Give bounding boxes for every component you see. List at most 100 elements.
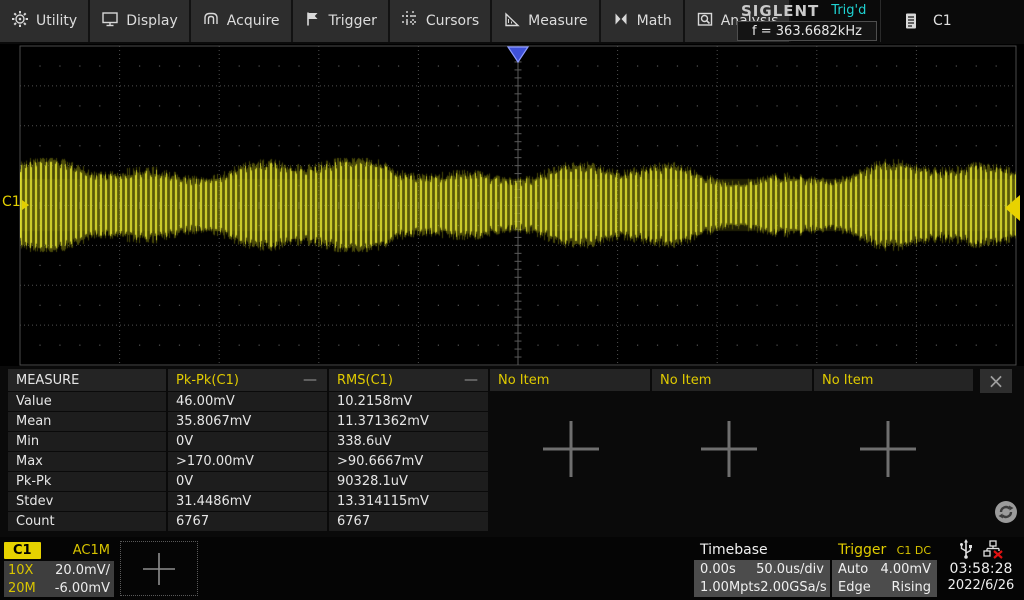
measure-panel-title: MEASURE [8, 369, 166, 391]
measure-value-cell: 6767 [168, 512, 327, 531]
trigger-source: C1 DC [897, 544, 931, 557]
menu-item-cursors[interactable]: Cursors [390, 0, 492, 42]
channel1-bandwidth: 20M [8, 581, 36, 596]
measure-column-header[interactable]: No Item [652, 369, 812, 391]
lan-disconnected-icon [983, 539, 1003, 559]
measure-row-label: Min [8, 432, 166, 451]
brand-block: SIGLENT Trig'd f = 363.6682kHz [737, 0, 877, 44]
channel1-level-marker[interactable]: C1 [2, 194, 29, 210]
menu-item-measure[interactable]: Measure [492, 0, 601, 42]
timebase-samplerate: 2.00GSa/s [760, 580, 826, 595]
channel-list-indicator[interactable]: C1 [880, 0, 1024, 42]
plus-icon [539, 417, 603, 481]
menu-item-label: Display [126, 13, 178, 29]
measure-row-label: Mean [8, 412, 166, 431]
timebase-delay: 0.00s [700, 562, 736, 577]
add-channel-button[interactable] [120, 541, 198, 596]
channel1-level-label: C1 [2, 194, 21, 210]
measure-column-header[interactable]: No Item [814, 369, 973, 391]
measure-value-cell: 13.314115mV [329, 492, 488, 511]
menu-bar: Utility Display Acquire Trigger Cursors Measu… [0, 0, 1024, 44]
measure-value-cell: 31.4486mV [168, 492, 327, 511]
measure-value-cell: 0V [168, 472, 327, 491]
measure-row-label: Max [8, 452, 166, 471]
channel1-coupling: AC1M [73, 543, 114, 558]
remove-measurement-button[interactable]: — [301, 372, 319, 388]
menu-item-label: Acquire [227, 13, 280, 29]
measure-value-cell: 11.371362mV [329, 412, 488, 431]
measure-column-label: No Item [498, 373, 642, 388]
clock-time: 03:58:28 [938, 561, 1024, 577]
measure-column-label: No Item [660, 373, 804, 388]
measure-value-cell: 0V [168, 432, 327, 451]
menu-item-label: Measure [528, 13, 588, 29]
flag-icon [304, 10, 322, 32]
measure-column-label: Pk-Pk(C1) [176, 373, 301, 388]
menu-item-trigger[interactable]: Trigger [293, 0, 390, 42]
measure-value-cell: 338.6uV [329, 432, 488, 451]
channel1-offset: -6.00mV [55, 581, 110, 596]
measure-value-cell: 35.8067mV [168, 412, 327, 431]
add-measurement-button[interactable] [856, 417, 920, 481]
trigger-type: Edge [838, 580, 871, 595]
trigger-level-marker[interactable] [1005, 195, 1020, 221]
timebase-descriptor-box[interactable]: Timebase 0.00s 50.0us/div 1.00Mpts 2.00G… [694, 540, 830, 597]
measure-row-label: Stdev [8, 492, 166, 511]
timebase-points: 1.00Mpts [700, 580, 760, 595]
measure-value-cell: >90.6667mV [329, 452, 488, 471]
trigger-descriptor-box[interactable]: Trigger C1 DC Auto 4.00mV Edge Rising [832, 540, 937, 597]
oscilloscope-screen: Utility Display Acquire Trigger Cursors Measu… [0, 0, 1024, 600]
timebase-scale: 50.0us/div [756, 562, 824, 577]
trigger-mode: Auto [838, 562, 868, 577]
gesture-rotate-icon[interactable] [994, 500, 1018, 524]
measure-column-header[interactable]: RMS(C1)— [329, 369, 488, 391]
menu-item-label: Cursors [426, 13, 479, 29]
measure-column-header[interactable]: Pk-Pk(C1)— [168, 369, 327, 391]
trigger-title: Trigger [838, 542, 886, 558]
add-measurement-button[interactable] [697, 417, 761, 481]
menu-item-acquire[interactable]: Acquire [191, 0, 293, 42]
trigger-level: 4.00mV [880, 562, 931, 577]
measure-value-cell: 10.2158mV [329, 392, 488, 411]
timebase-title: Timebase [700, 542, 768, 558]
measure-value-cell: 6767 [329, 512, 488, 531]
measure-value-cell: 90328.1uV [329, 472, 488, 491]
math-icon [612, 10, 630, 32]
channel1-scale: 20.0mV/ [55, 563, 110, 578]
add-measurement-button[interactable] [539, 417, 603, 481]
plus-icon [137, 547, 181, 591]
channel1-descriptor-box[interactable]: C1 AC1M 10X 20.0mV/ 20M -6.00mV [4, 540, 114, 597]
channel1-button[interactable]: C1 [4, 542, 41, 559]
channel1-trace [20, 46, 1016, 365]
status-bar: C1 AC1M 10X 20.0mV/ 20M -6.00mV Tim [0, 537, 1024, 600]
plus-icon [697, 417, 761, 481]
clock-date: 2022/6/26 [938, 578, 1024, 593]
menu-item-label: Trigger [329, 13, 377, 29]
measure-column-label: RMS(C1) [337, 373, 462, 388]
list-icon [903, 12, 919, 30]
measure-row-label: Pk-Pk [8, 472, 166, 491]
menu-item-math[interactable]: Math [601, 0, 685, 42]
analysis-icon [696, 10, 714, 32]
remove-measurement-button[interactable]: — [462, 372, 480, 388]
cursors-icon [401, 10, 419, 32]
clock-block: 03:58:28 2022/6/26 [938, 539, 1024, 599]
acquire-icon [202, 10, 220, 32]
menu-item-label: Utility [36, 13, 77, 29]
measure-column-header[interactable]: No Item [490, 369, 650, 391]
gear-icon [11, 10, 29, 32]
menu-items: Utility Display Acquire Trigger Cursors Measu… [0, 0, 791, 42]
measure-panel: MEASURE Pk-Pk(C1)—RMS(C1)—No ItemNo Item… [0, 366, 1024, 537]
measure-icon [503, 10, 521, 32]
menu-item-label: Math [637, 13, 672, 29]
display-icon [101, 10, 119, 32]
waveform-display: C1 [0, 44, 1024, 366]
trigger-position-marker[interactable] [506, 46, 530, 64]
menu-item-utility[interactable]: Utility [0, 0, 90, 42]
measure-value-cell: >170.00mV [168, 452, 327, 471]
menu-item-display[interactable]: Display [90, 0, 191, 42]
siglent-logo: SIGLENT [737, 2, 819, 20]
close-measure-panel-button[interactable]: × [980, 369, 1012, 393]
measure-row-label: Count [8, 512, 166, 531]
close-icon: × [988, 369, 1005, 393]
